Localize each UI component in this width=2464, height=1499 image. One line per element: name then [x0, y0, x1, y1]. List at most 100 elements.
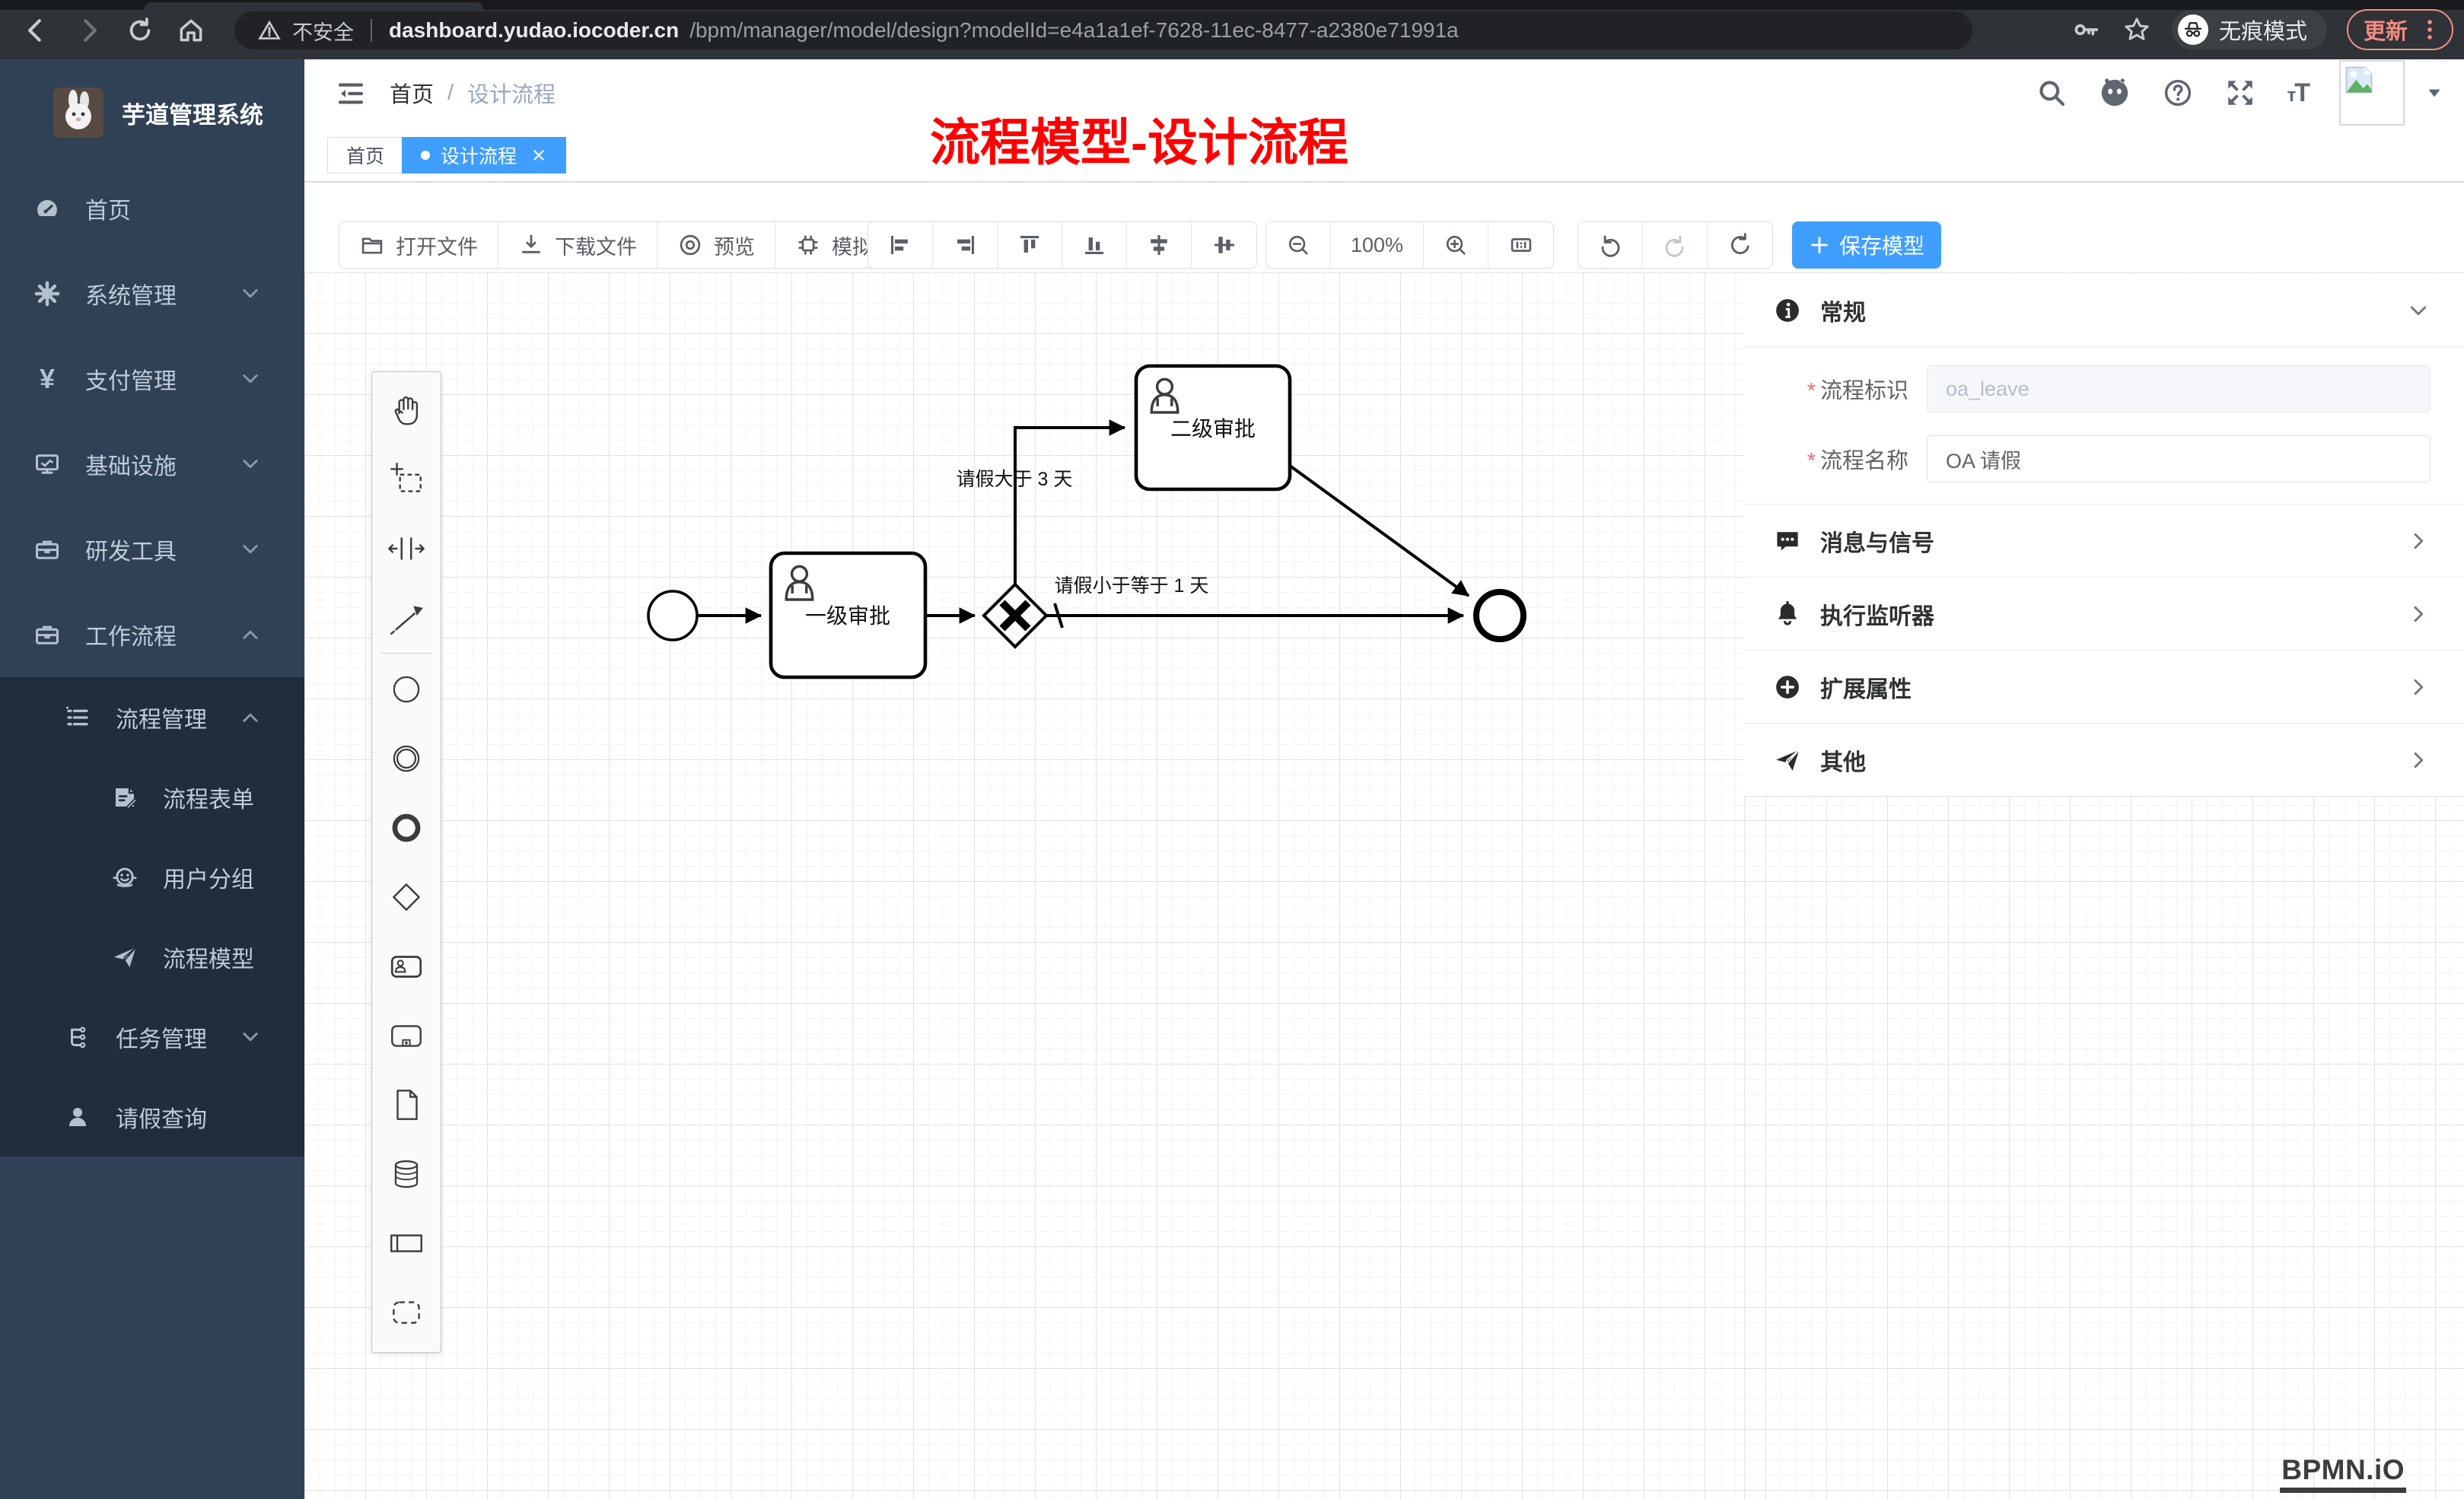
global-connect-tool[interactable]	[372, 583, 441, 652]
bpmnio-watermark[interactable]: BPMN.iO	[2280, 1454, 2406, 1493]
save-model-button[interactable]: 保存模型	[1792, 221, 1941, 269]
browser-tab[interactable]	[145, 2, 483, 10]
tab-design-process[interactable]: 设计流程	[402, 137, 566, 173]
button-label: 预览	[714, 231, 755, 260]
section-title: 执行监听器	[1820, 597, 1934, 631]
zoom-in-button[interactable]	[1424, 222, 1488, 268]
create-subprocess[interactable]	[372, 1001, 441, 1070]
zoom-reset-button[interactable]	[1488, 222, 1553, 268]
sidebar-item-payment[interactable]: ¥ 支付管理	[0, 336, 304, 422]
github-icon[interactable]	[2098, 76, 2131, 110]
fullscreen-icon[interactable]	[2224, 77, 2256, 109]
preview-button[interactable]: 预览	[657, 222, 775, 268]
sidebar-item-label: 基础设施	[85, 447, 177, 481]
undo-button[interactable]	[1578, 222, 1643, 268]
create-data-object[interactable]	[372, 1070, 441, 1139]
start-event[interactable]	[648, 591, 697, 640]
browser-chrome: 不安全 dashboard.yudao.iocoder.cn/bpm/manag…	[0, 0, 2464, 59]
font-size-icon[interactable]: тT	[2287, 78, 2309, 108]
sidebar-item-task-mgmt[interactable]: 任务管理	[0, 997, 304, 1077]
browser-reload-icon[interactable]	[126, 16, 154, 45]
task-second-approval[interactable]: 二级审批	[1136, 366, 1290, 489]
sidebar-item-process-model[interactable]: 流程模型	[0, 917, 304, 997]
chevron-right-icon	[2406, 748, 2431, 772]
section-other[interactable]: 其他	[1744, 724, 2464, 796]
process-name-input[interactable]	[1927, 435, 2431, 482]
download-icon	[518, 232, 544, 258]
flow-gateway-to-task2[interactable]	[1015, 428, 1125, 584]
properties-panel: 常规 *流程标识 *流程名称 消息与信号 执行监听器	[1744, 274, 2464, 797]
end-event[interactable]	[1476, 592, 1523, 639]
address-bar[interactable]: 不安全 dashboard.yudao.iocoder.cn/bpm/manag…	[234, 11, 1972, 49]
bell-icon	[1773, 600, 1802, 629]
align-vcenter-button[interactable]	[1127, 222, 1192, 268]
browser-update-button[interactable]: 更新	[2347, 9, 2453, 50]
section-message-signal[interactable]: 消息与信号	[1744, 504, 2464, 578]
browser-home-icon[interactable]	[177, 16, 205, 45]
open-file-button[interactable]: 打开文件	[339, 222, 498, 268]
browser-menu-dots-icon[interactable]	[2417, 17, 2443, 43]
close-icon[interactable]	[530, 147, 547, 164]
plus-icon	[1809, 234, 1830, 256]
sidebar-fold-icon[interactable]	[335, 78, 367, 110]
help-icon[interactable]	[2162, 77, 2194, 109]
bookmark-star-icon[interactable]	[2122, 14, 2152, 45]
redo-icon	[1661, 231, 1689, 259]
align-left-button[interactable]	[868, 222, 933, 268]
tab-home[interactable]: 首页	[327, 137, 403, 173]
sidebar-item-home[interactable]: 首页	[0, 166, 304, 251]
create-pool[interactable]	[372, 1208, 441, 1278]
sidebar-item-devtools[interactable]: 研发工具	[0, 507, 304, 592]
align-top-button[interactable]	[998, 222, 1062, 268]
align-hcenter-button[interactable]	[1192, 222, 1256, 268]
process-key-field: *流程标识	[1744, 364, 2464, 414]
sidebar-item-infra[interactable]: 基础设施	[0, 422, 304, 507]
chevron-down-icon	[239, 453, 262, 476]
button-label: 模拟	[832, 231, 873, 260]
browser-forward-icon[interactable]	[75, 16, 103, 45]
zoom-out-button[interactable]	[1266, 222, 1331, 268]
hand-tool[interactable]	[372, 375, 441, 444]
sidebar-item-leave-query[interactable]: 请假查询	[0, 1077, 304, 1157]
eye-icon	[677, 232, 703, 258]
flow-task2-to-end[interactable]	[1290, 466, 1469, 596]
search-icon[interactable]	[2036, 77, 2068, 109]
sidebar-item-workflow[interactable]: 工作流程	[0, 592, 304, 677]
align-right-button[interactable]	[933, 222, 998, 268]
space-tool[interactable]	[372, 514, 441, 583]
sidebar-item-system[interactable]: 系统管理	[0, 251, 304, 336]
key-icon[interactable]	[2071, 14, 2102, 45]
lasso-tool[interactable]	[372, 444, 441, 514]
url-divider	[371, 19, 372, 42]
sidebar-item-user-group[interactable]: 用户分组	[0, 837, 304, 917]
task-first-approval[interactable]: 一级审批	[771, 553, 925, 677]
process-key-input[interactable]	[1927, 365, 2431, 412]
section-extended-properties[interactable]: 扩展属性	[1744, 651, 2464, 724]
section-general[interactable]: 常规	[1744, 274, 2464, 347]
sidebar-item-process-form[interactable]: 流程表单	[0, 757, 304, 837]
redo-button[interactable]	[1643, 222, 1708, 268]
align-bottom-button[interactable]	[1062, 222, 1127, 268]
avatar[interactable]	[2339, 60, 2405, 126]
restart-button[interactable]	[1708, 222, 1772, 268]
bpmn-canvas[interactable]: 一级审批 二级审批 请假大于 3 天 请假小于等于 1 天	[304, 272, 2464, 1499]
avatar-caret-icon[interactable]	[2424, 83, 2444, 103]
chevron-up-icon	[239, 706, 262, 729]
create-group[interactable]	[372, 1278, 441, 1347]
breadcrumb-home[interactable]: 首页	[390, 77, 434, 109]
button-label: 保存模型	[1839, 230, 1924, 260]
browser-back-icon[interactable]	[21, 16, 50, 45]
create-end-event[interactable]	[372, 793, 441, 862]
create-intermediate-event[interactable]	[372, 724, 441, 793]
section-execution-listener[interactable]: 执行监听器	[1744, 578, 2464, 651]
sidebar-item-process-mgmt[interactable]: 流程管理	[0, 677, 304, 757]
download-file-button[interactable]: 下载文件	[498, 222, 657, 268]
create-user-task[interactable]	[372, 931, 441, 1001]
create-gateway[interactable]	[372, 862, 441, 931]
app-header: 首页 / 设计流程 тT	[304, 59, 2464, 126]
app-logo-avatar	[53, 88, 103, 138]
exclusive-gateway[interactable]	[984, 584, 1046, 647]
tab-label: 设计流程	[441, 142, 517, 169]
create-data-store[interactable]	[372, 1139, 441, 1208]
create-start-event[interactable]	[372, 654, 441, 724]
